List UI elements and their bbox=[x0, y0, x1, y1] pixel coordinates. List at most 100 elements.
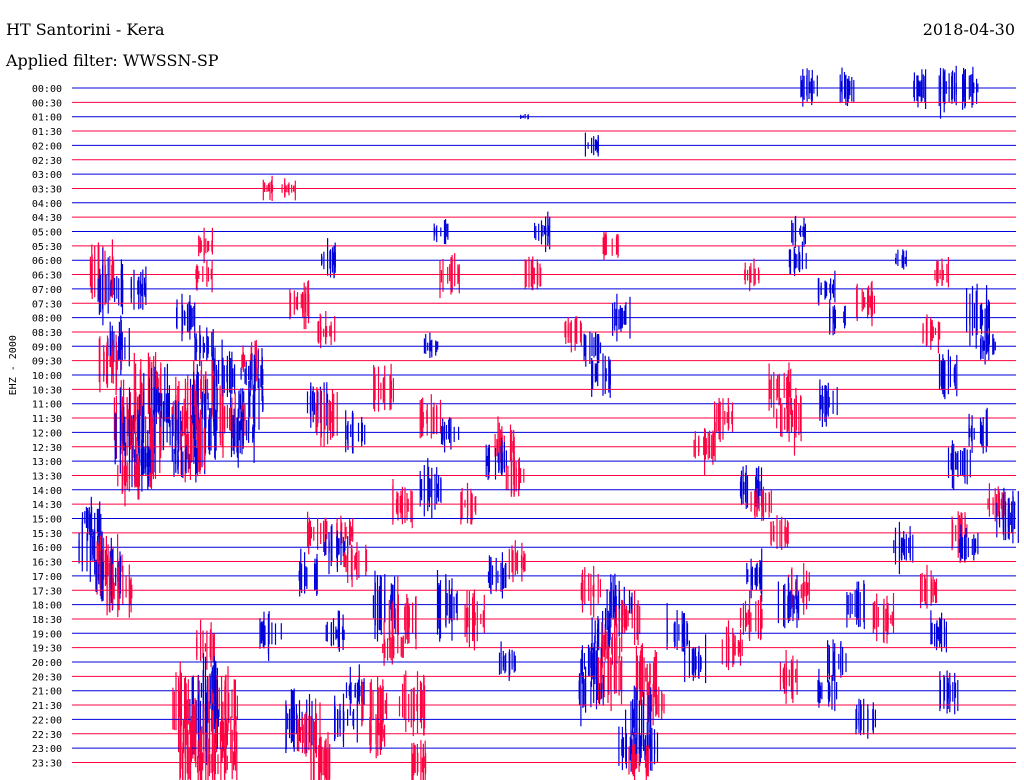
row-time-label: 16:00 bbox=[32, 543, 62, 554]
seismic-burst bbox=[334, 693, 358, 747]
row-time-label: 05:30 bbox=[32, 242, 62, 253]
row-time-label: 21:00 bbox=[32, 687, 62, 698]
row-time-label: 07:30 bbox=[32, 299, 62, 310]
seismic-burst bbox=[392, 479, 413, 529]
row-time-label: 04:30 bbox=[32, 213, 62, 224]
seismic-burst bbox=[487, 552, 507, 599]
seismic-burst bbox=[194, 325, 214, 367]
seismic-burst bbox=[800, 68, 818, 107]
row-time-label: 19:30 bbox=[32, 644, 62, 655]
seismic-burst bbox=[398, 670, 426, 737]
row-time-label: 09:00 bbox=[32, 342, 62, 353]
seismic-burst bbox=[464, 589, 485, 651]
seismic-burst bbox=[817, 270, 836, 306]
row-time-label: 00:30 bbox=[32, 98, 62, 109]
row-time-label: 21:30 bbox=[32, 701, 62, 712]
seismic-burst bbox=[922, 314, 941, 354]
seismic-burst bbox=[524, 256, 542, 291]
row-time-label: 11:30 bbox=[32, 414, 62, 425]
seismic-burst bbox=[939, 670, 959, 715]
seismic-burst bbox=[373, 363, 394, 412]
seismic-burst bbox=[433, 219, 449, 245]
row-time-label: 08:30 bbox=[32, 328, 62, 339]
row-time-label: 20:30 bbox=[32, 672, 62, 683]
seismic-burst bbox=[296, 698, 321, 763]
row-time-label: 04:00 bbox=[32, 199, 62, 210]
row-time-label: 10:00 bbox=[32, 371, 62, 382]
seismic-burst bbox=[693, 422, 716, 475]
row-time-label: 10:30 bbox=[32, 385, 62, 396]
seismic-burst bbox=[281, 178, 296, 201]
row-time-label: 22:30 bbox=[32, 730, 62, 741]
row-time-label: 13:00 bbox=[32, 457, 62, 468]
row-time-label: 08:00 bbox=[32, 314, 62, 325]
row-time-label: 06:00 bbox=[32, 256, 62, 267]
seismic-burst bbox=[996, 487, 1019, 544]
row-time-label: 23:00 bbox=[32, 744, 62, 755]
seismic-burst bbox=[779, 650, 798, 704]
seismic-burst bbox=[947, 440, 971, 490]
row-time-label: 20:00 bbox=[32, 658, 62, 669]
seismic-burst bbox=[839, 67, 855, 106]
row-time-label: 03:00 bbox=[32, 170, 62, 181]
seismic-burst bbox=[919, 564, 938, 609]
seismic-burst bbox=[325, 610, 345, 652]
row-time-label: 15:30 bbox=[32, 529, 62, 540]
row-time-label: 15:00 bbox=[32, 515, 62, 526]
seismic-burst bbox=[298, 548, 318, 597]
seismic-burst bbox=[934, 257, 950, 288]
row-time-label: 19:00 bbox=[32, 629, 62, 640]
row-time-label: 14:00 bbox=[32, 486, 62, 497]
seismic-burst bbox=[81, 496, 101, 541]
seismic-burst bbox=[770, 515, 789, 550]
row-time-label: 16:30 bbox=[32, 558, 62, 569]
seismic-burst bbox=[713, 397, 734, 442]
seismic-burst bbox=[894, 249, 907, 270]
seismic-burst bbox=[436, 570, 458, 642]
helicorder-plot: 00:00 00:30 01:00 01:30 02:00 02:30 03:00 03:30… bbox=[8, 65, 1019, 780]
seismic-burst bbox=[938, 65, 957, 119]
seismic-burst bbox=[289, 280, 310, 330]
row-time-label: 01:30 bbox=[32, 127, 62, 138]
seismic-burst bbox=[419, 458, 442, 519]
seismic-burst bbox=[721, 620, 743, 671]
row-time-label: 17:00 bbox=[32, 572, 62, 583]
seismic-burst bbox=[343, 542, 368, 588]
row-time-label: 02:00 bbox=[32, 141, 62, 152]
row-time-label: 13:30 bbox=[32, 471, 62, 482]
row-time-label: 03:30 bbox=[32, 184, 62, 195]
row-time-label: 12:30 bbox=[32, 443, 62, 454]
seismic-burst bbox=[893, 521, 914, 575]
row-time-label: 22:00 bbox=[32, 715, 62, 726]
seismic-burst bbox=[411, 740, 427, 780]
channel-label: EHZ - 2000 bbox=[8, 335, 19, 395]
seismic-burst bbox=[965, 283, 991, 355]
row-time-label: 12:00 bbox=[32, 428, 62, 439]
row-time-label: 02:30 bbox=[32, 156, 62, 167]
seismic-burst bbox=[584, 132, 599, 157]
row-time-label: 18:00 bbox=[32, 601, 62, 612]
seismic-burst bbox=[564, 316, 582, 353]
row-time-label: 18:30 bbox=[32, 615, 62, 626]
row-time-label: 00:00 bbox=[32, 84, 62, 95]
seismic-burst bbox=[195, 260, 213, 293]
seismic-burst bbox=[591, 351, 611, 398]
row-time-label: 09:30 bbox=[32, 357, 62, 368]
row-time-label: 17:30 bbox=[32, 586, 62, 597]
row-time-label: 06:30 bbox=[32, 271, 62, 282]
seismic-burst bbox=[321, 238, 336, 279]
seismic-burst bbox=[913, 69, 927, 109]
seismic-burst bbox=[580, 565, 602, 618]
seismic-burst bbox=[317, 311, 336, 349]
row-time-label: 23:30 bbox=[32, 758, 62, 769]
row-time-label: 01:00 bbox=[32, 113, 62, 124]
row-time-label: 14:30 bbox=[32, 500, 62, 511]
row-time-label: 05:00 bbox=[32, 228, 62, 239]
seismic-burst bbox=[872, 593, 895, 644]
seismic-burst bbox=[938, 349, 958, 400]
row-time-label: 11:00 bbox=[32, 400, 62, 411]
row-time-label: 07:00 bbox=[32, 285, 62, 296]
seismic-burst bbox=[262, 175, 274, 201]
seismic-burst bbox=[423, 332, 439, 358]
seismic-burst bbox=[930, 610, 948, 653]
